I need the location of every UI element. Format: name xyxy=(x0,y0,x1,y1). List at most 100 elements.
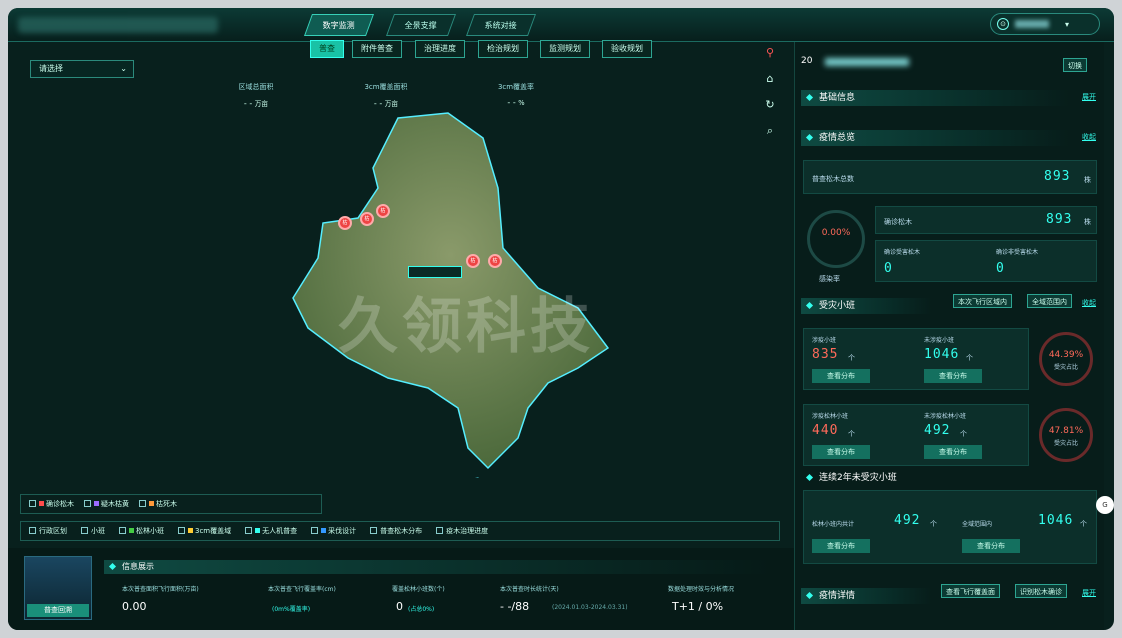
unit: 个 xyxy=(930,520,937,528)
flight-area-button[interactable]: 本次飞行区域内 xyxy=(953,294,1012,308)
ratio-1: 44.39% xyxy=(1048,350,1084,360)
map-pin[interactable]: 枯 xyxy=(360,212,374,226)
layer-toggle[interactable]: 无人机普查 xyxy=(245,526,297,536)
legend: 确诊松木 疑木枯黄 枯死木 xyxy=(20,494,322,514)
two-year-header: 连续2年未受灾小班 xyxy=(801,470,1069,486)
layer-toggle[interactable]: 松林小班 xyxy=(119,526,164,536)
search-icon[interactable]: ⌕ xyxy=(758,124,782,150)
top-bar: 数字监测 全景支撑 系统对接 ⊙ ▾ xyxy=(8,8,1114,42)
total-value: 893 xyxy=(1044,169,1071,184)
app-logo xyxy=(18,17,218,33)
subtab-monitor[interactable]: 监测规划 xyxy=(540,40,590,58)
two-year-card: 松林小班内共计 492 个 查看分布 全域范围内 1046 个 查看分布 xyxy=(803,490,1097,564)
user-menu[interactable]: ⊙ ▾ xyxy=(990,13,1100,35)
legend-item[interactable]: 枯死木 xyxy=(139,499,177,509)
view-distribution-button[interactable]: 查看分布 xyxy=(812,539,870,553)
c4-label: 未涉疫松林小班 xyxy=(924,413,967,420)
unit: 个 xyxy=(848,354,855,362)
checkbox[interactable] xyxy=(84,500,91,507)
ratio-2: 47.81% xyxy=(1048,426,1084,436)
collapse-link[interactable]: 收起 xyxy=(1082,298,1096,308)
year-label: 20 xyxy=(801,56,813,66)
subtab-plan[interactable]: 检治规划 xyxy=(478,40,528,58)
right-panel: 20 切换 基础信息 展开 疫情总览 收起 普查松木总数 893 株 0.00%… xyxy=(794,42,1104,630)
xiaoban-card-1: 涉疫小班 835 个 查看分布 未涉疫小班 1046 个 查看分布 xyxy=(803,328,1029,390)
ratio-ring-2: 47.81% 受灾占比 xyxy=(1039,408,1093,462)
layer-toggle[interactable]: 采伐设计 xyxy=(311,526,356,536)
location-icon[interactable]: ⚲ xyxy=(758,46,782,72)
flight-cover-button[interactable]: 查看飞行覆盖面 xyxy=(941,584,1000,598)
all-area-button[interactable]: 全域范围内 xyxy=(1027,294,1072,308)
infection-label: 感染率 xyxy=(819,275,840,283)
bottom-info: 普查回溯 信息展示 本次普查面积飞行面积(万亩) 0.00 本次普查飞行覆盖率(… xyxy=(8,548,794,630)
info-value: T+1 / 0% xyxy=(672,600,724,613)
user-avatar-icon: ⊙ xyxy=(997,18,1009,30)
ratio-2-label: 受灾占比 xyxy=(1053,440,1078,447)
info-sub: (2024.01.03-2024.03.31) xyxy=(552,604,628,611)
c1-label: 涉疫小班 xyxy=(812,337,837,344)
view-distribution-button[interactable]: 查看分布 xyxy=(924,445,982,459)
checkbox[interactable] xyxy=(29,500,36,507)
layer-toggle[interactable]: 疫木治理进度 xyxy=(436,526,488,536)
watermark: 久领科技 xyxy=(338,292,594,362)
layer-toggle[interactable]: 小班 xyxy=(81,526,105,536)
unit: 个 xyxy=(848,430,855,438)
layer-toggle[interactable]: 3cm覆盖域 xyxy=(178,526,231,536)
info-value: - -/88 xyxy=(500,600,530,613)
map-pin[interactable]: 枯 xyxy=(338,216,352,230)
c2-label: 未涉疫小班 xyxy=(924,337,955,344)
map-pin[interactable]: 枯 xyxy=(488,254,502,268)
info-sub: (占总0%) xyxy=(408,606,435,613)
sub1-value: 0 xyxy=(884,261,893,276)
unit: 个 xyxy=(1080,520,1087,528)
map-pin[interactable]: 枯 xyxy=(466,254,480,268)
identify-button[interactable]: 识别松木确诊 xyxy=(1015,584,1067,598)
collapse-link[interactable]: 收起 xyxy=(1082,132,1096,142)
expand-link[interactable]: 展开 xyxy=(1082,588,1096,598)
layer-toggle[interactable]: 行政区划 xyxy=(29,526,67,536)
basic-info-header: 基础信息 xyxy=(801,90,1069,106)
legend-swatch xyxy=(149,501,154,506)
floating-tag-icon[interactable]: G xyxy=(1096,496,1114,514)
map-marker[interactable] xyxy=(408,266,462,278)
switch-button[interactable]: 切换 xyxy=(1063,58,1087,72)
subtab-accept[interactable]: 验收规划 xyxy=(602,40,652,58)
layer-toggles: 行政区划 小班 松林小班 3cm覆盖域 无人机普查 采伐设计 普查松木分布 疫木… xyxy=(20,521,780,541)
map-pin[interactable]: 枯 xyxy=(376,204,390,218)
view-distribution-button[interactable]: 查看分布 xyxy=(962,539,1020,553)
info-label: 本次普查面积飞行面积(万亩) xyxy=(122,586,199,593)
view-distribution-button[interactable]: 查看分布 xyxy=(812,445,870,459)
layer-toggle[interactable]: 普查松木分布 xyxy=(370,526,422,536)
unit: 株 xyxy=(1084,218,1091,226)
home-icon[interactable]: ⌂ xyxy=(758,72,782,98)
app-frame: 数字监测 全景支撑 系统对接 ⊙ ▾ 普查 附件普查 治理进度 检治规划 监测规… xyxy=(8,8,1114,630)
infection-ring: 0.00% xyxy=(807,210,865,268)
subtab-survey[interactable]: 普查 xyxy=(310,40,344,58)
tab-panorama[interactable]: 全景支撑 xyxy=(385,14,457,36)
total-card: 普查松木总数 893 株 xyxy=(803,160,1097,194)
user-name xyxy=(1015,20,1049,28)
legend-item[interactable]: 确诊松木 xyxy=(29,499,74,509)
thumbnail-label: 普查回溯 xyxy=(27,604,89,617)
tab-system[interactable]: 系统对接 xyxy=(465,14,537,36)
view-distribution-button[interactable]: 查看分布 xyxy=(812,369,870,383)
view-distribution-button[interactable]: 查看分布 xyxy=(924,369,982,383)
refresh-icon[interactable]: ↻ xyxy=(758,98,782,124)
subtab-progress[interactable]: 治理进度 xyxy=(415,40,465,58)
tab-digital-monitoring[interactable]: 数字监测 xyxy=(303,14,375,36)
subtab-attachment[interactable]: 附件普查 xyxy=(352,40,402,58)
confirm-sub-card: 确诊受害松木 0 确诊非受害松木 0 xyxy=(875,240,1097,282)
legend-item[interactable]: 疑木枯黄 xyxy=(84,499,129,509)
region-select[interactable]: 请选择 ⌄ xyxy=(30,60,134,78)
c2-value: 1046 xyxy=(924,347,960,362)
map-toolbar: ⚲ ⌂ ↻ ⌕ xyxy=(758,46,782,150)
stat-area: 区域总面积 - - 万亩 xyxy=(238,83,274,108)
chevron-down-icon: ⌄ xyxy=(120,64,127,73)
survey-thumbnail[interactable]: 普查回溯 xyxy=(24,556,92,620)
infection-rate: 0.00% xyxy=(821,228,851,238)
checkbox[interactable] xyxy=(139,500,146,507)
stat-cover-area: 3cm覆盖面积 - - 万亩 xyxy=(364,83,408,108)
info-label: 数据处理时效与分析情况 xyxy=(668,586,735,593)
confirm-label: 确诊松木 xyxy=(884,218,912,226)
expand-link[interactable]: 展开 xyxy=(1082,92,1096,102)
